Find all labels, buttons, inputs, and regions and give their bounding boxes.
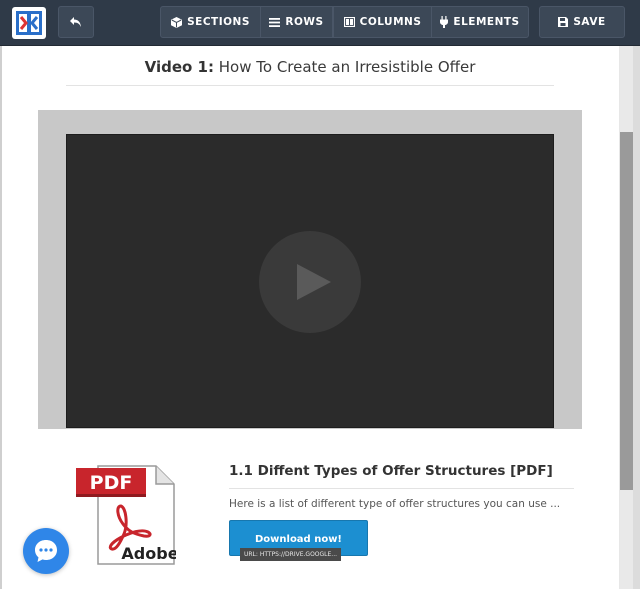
- play-button[interactable]: [259, 231, 361, 333]
- save-button[interactable]: SAVE: [539, 6, 625, 38]
- pdf-description: Here is a list of different type of offe…: [229, 498, 561, 510]
- pdf-badge-text: PDF: [90, 472, 133, 494]
- play-icon: [297, 264, 331, 300]
- plug-icon: [440, 16, 449, 28]
- pdf-icon: PDF Adobe: [76, 464, 179, 566]
- rows-button[interactable]: ROWS: [260, 6, 333, 38]
- pdf-title: 1.1 Diffent Types of Offer Structures [P…: [229, 463, 553, 479]
- columns-label: COLUMNS: [359, 16, 422, 28]
- title-divider: [66, 85, 554, 86]
- rows-label: ROWS: [285, 16, 324, 28]
- pdf-brand-text: Adobe: [121, 544, 176, 563]
- save-icon: [558, 17, 569, 27]
- video-title-prefix: Video 1:: [144, 58, 214, 76]
- elements-label: ELEMENTS: [453, 16, 520, 28]
- chat-icon: [35, 540, 57, 562]
- scrollbar-thumb[interactable]: [620, 132, 633, 490]
- save-label: SAVE: [573, 16, 606, 28]
- columns-button[interactable]: COLUMNS: [333, 6, 432, 38]
- columns-icon: [343, 17, 355, 27]
- sections-button[interactable]: SECTIONS: [160, 6, 261, 38]
- canvas-left-edge: [0, 46, 2, 589]
- video-title-text: How To Create an Irresistible Offer: [214, 58, 476, 76]
- cube-icon: [171, 16, 183, 28]
- editor-toolbar: SECTIONS ROWS COLUMNS ELEMENTS SAVE: [0, 0, 640, 46]
- video-title: Video 1: How To Create an Irresistible O…: [66, 58, 554, 78]
- url-tooltip: URL: HTTPS://DRIVE.GOOGLE...: [240, 548, 341, 561]
- undo-icon: [70, 17, 81, 27]
- undo-button[interactable]: [58, 6, 94, 38]
- sections-label: SECTIONS: [187, 16, 250, 28]
- pdf-divider: [229, 488, 574, 489]
- rows-icon: [269, 17, 281, 27]
- chat-button[interactable]: [23, 528, 69, 574]
- logo-icon[interactable]: [12, 7, 46, 39]
- elements-button[interactable]: ELEMENTS: [431, 6, 529, 38]
- window-edge: [633, 46, 640, 589]
